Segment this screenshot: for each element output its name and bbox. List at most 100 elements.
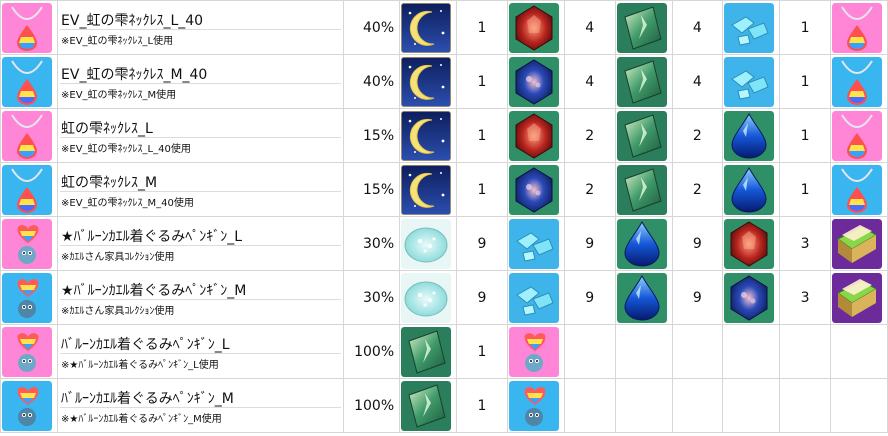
material-icon-cell <box>506 162 565 217</box>
material-icon-cell <box>506 54 565 109</box>
success-rate: 30% <box>363 289 395 306</box>
necklace-l-icon <box>831 2 882 53</box>
empty-cell <box>779 378 831 433</box>
blue-drop-icon <box>616 272 667 323</box>
item-note: ※EV_虹の雫ﾈｯｸﾚｽ_M使用 <box>61 90 177 101</box>
material-qty-cell: 1 <box>456 378 508 433</box>
success-rate-cell: 40% <box>343 0 401 55</box>
result-item-cell <box>829 0 888 55</box>
crafting-table: EV_虹の雫ﾈｯｸﾚｽ_L_40 ※EV_虹の雫ﾈｯｸﾚｽ_L使用 40% 1 4 4 1 E… <box>0 0 888 433</box>
success-rate-cell: 100% <box>343 378 401 433</box>
success-rate-cell: 15% <box>343 108 401 163</box>
empty-cell <box>722 378 781 433</box>
aqua-fragment-icon <box>508 218 559 269</box>
necklace-l-icon <box>831 110 882 161</box>
blue-drop-icon <box>616 218 667 269</box>
material-qty-cell: 9 <box>456 216 508 271</box>
material-qty-cell: 1 <box>779 0 831 55</box>
success-rate-cell: 100% <box>343 324 401 379</box>
penguin-l-icon <box>2 326 52 377</box>
item-name-cell: ★ﾊﾞﾙｰﾝｶｴﾙ着ぐるみﾍﾟﾝｷﾞﾝ_M ※ｶｴﾙさん家具ｺﾚｸｼｮﾝ使用 <box>57 270 345 325</box>
penguin-m-icon <box>2 380 52 431</box>
material-quantity: 1 <box>800 73 810 90</box>
material-qty-cell: 1 <box>456 54 508 109</box>
success-rate: 30% <box>363 235 395 252</box>
material-quantity: 1 <box>800 19 810 36</box>
item-name: ﾊﾞﾙｰﾝｶｴﾙ着ぐるみﾍﾟﾝｷﾞﾝ_L <box>61 337 230 353</box>
item-image-cell <box>0 162 59 217</box>
material-quantity: 9 <box>585 289 595 306</box>
success-rate: 40% <box>363 73 395 90</box>
material-icon-cell <box>399 216 458 271</box>
item-note: ※★ﾊﾞﾙｰﾝｶｴﾙ着ぐるみﾍﾟﾝｷﾞﾝ_M使用 <box>61 414 222 425</box>
material-qty-cell: 4 <box>563 0 616 55</box>
item-note: ※ｶｴﾙさん家具ｺﾚｸｼｮﾝ使用 <box>61 306 175 317</box>
penguin-l-icon <box>2 218 52 269</box>
item-name-cell: 虹の雫ﾈｯｸﾚｽ_L ※EV_虹の雫ﾈｯｸﾚｽ_L_40使用 <box>57 108 345 163</box>
item-name-cell: 虹の雫ﾈｯｸﾚｽ_M ※EV_虹の雫ﾈｯｸﾚｽ_M_40使用 <box>57 162 345 217</box>
material-icon-cell <box>614 108 673 163</box>
material-qty-cell: 1 <box>456 0 508 55</box>
material-qty-cell: 2 <box>563 162 616 217</box>
empty-cell <box>563 378 616 433</box>
material-qty-cell: 1 <box>456 324 508 379</box>
material-icon-cell <box>506 216 565 271</box>
necklace-m-icon <box>831 56 882 107</box>
table-row: 虹の雫ﾈｯｸﾚｽ_M ※EV_虹の雫ﾈｯｸﾚｽ_M_40使用 15% 1 2 2 1 <box>0 162 888 217</box>
blue-drop-icon <box>724 164 775 215</box>
material-qty-cell: 2 <box>671 162 724 217</box>
material-icon-cell <box>506 108 565 163</box>
material-quantity: 1 <box>477 397 487 414</box>
material-icon-cell <box>399 108 458 163</box>
result-item-cell <box>829 270 888 325</box>
table-row: ★ﾊﾞﾙｰﾝｶｴﾙ着ぐるみﾍﾟﾝｷﾞﾝ_M ※ｶｴﾙさん家具ｺﾚｸｼｮﾝ使用 30%… <box>0 270 888 325</box>
name-divider <box>60 29 342 30</box>
name-divider <box>60 407 342 408</box>
empty-cell <box>779 324 831 379</box>
material-quantity: 4 <box>692 73 702 90</box>
material-quantity: 9 <box>585 235 595 252</box>
item-note: ※★ﾊﾞﾙｰﾝｶｴﾙ着ぐるみﾍﾟﾝｷﾞﾝ_L使用 <box>61 360 219 371</box>
material-qty-cell: 1 <box>456 108 508 163</box>
penguin-m-icon <box>2 272 52 323</box>
material-icon-cell <box>614 54 673 109</box>
material-icon-cell <box>399 162 458 217</box>
furniture-icon <box>831 218 882 269</box>
material-quantity: 2 <box>585 181 595 198</box>
result-item-cell <box>829 162 888 217</box>
result-item-cell <box>829 108 888 163</box>
material-icon-cell <box>399 54 458 109</box>
material-qty-cell: 1 <box>779 108 831 163</box>
material-quantity: 1 <box>477 19 487 36</box>
material-icon-cell <box>399 378 458 433</box>
powder-icon <box>401 218 452 269</box>
material-quantity: 9 <box>692 289 702 306</box>
moon-icon <box>401 164 452 215</box>
item-name: EV_虹の雫ﾈｯｸﾚｽ_L_40 <box>61 13 204 29</box>
crafting-table-body: EV_虹の雫ﾈｯｸﾚｽ_L_40 ※EV_虹の雫ﾈｯｸﾚｽ_L使用 40% 1 4 4 1 E… <box>0 0 888 433</box>
material-quantity: 1 <box>477 181 487 198</box>
moon-icon <box>401 2 452 53</box>
material-qty-cell: 4 <box>671 0 724 55</box>
material-qty-cell: 9 <box>671 216 724 271</box>
table-row: ★ﾊﾞﾙｰﾝｶｴﾙ着ぐるみﾍﾟﾝｷﾞﾝ_L ※ｶｴﾙさん家具ｺﾚｸｼｮﾝ使用 30%… <box>0 216 888 271</box>
aqua-fragment-icon <box>508 272 559 323</box>
material-quantity: 9 <box>477 289 487 306</box>
material-qty-cell: 3 <box>779 216 831 271</box>
furniture-icon <box>831 272 882 323</box>
material-quantity: 3 <box>800 235 810 252</box>
necklace-m-icon <box>831 164 882 215</box>
material-qty-cell: 3 <box>779 270 831 325</box>
material-icon-cell <box>722 270 781 325</box>
material-qty-cell: 1 <box>779 162 831 217</box>
item-note: ※ｶｴﾙさん家具ｺﾚｸｼｮﾝ使用 <box>61 252 175 263</box>
material-qty-cell: 1 <box>456 162 508 217</box>
item-name-cell: ★ﾊﾞﾙｰﾝｶｴﾙ着ぐるみﾍﾟﾝｷﾞﾝ_L ※ｶｴﾙさん家具ｺﾚｸｼｮﾝ使用 <box>57 216 345 271</box>
success-rate-cell: 30% <box>343 216 401 271</box>
penguin-l-icon <box>508 326 559 377</box>
necklace-l-icon <box>2 2 52 53</box>
name-divider <box>60 299 342 300</box>
necklace-m-icon <box>2 56 52 107</box>
material-qty-cell: 2 <box>671 108 724 163</box>
material-qty-cell: 9 <box>563 270 616 325</box>
